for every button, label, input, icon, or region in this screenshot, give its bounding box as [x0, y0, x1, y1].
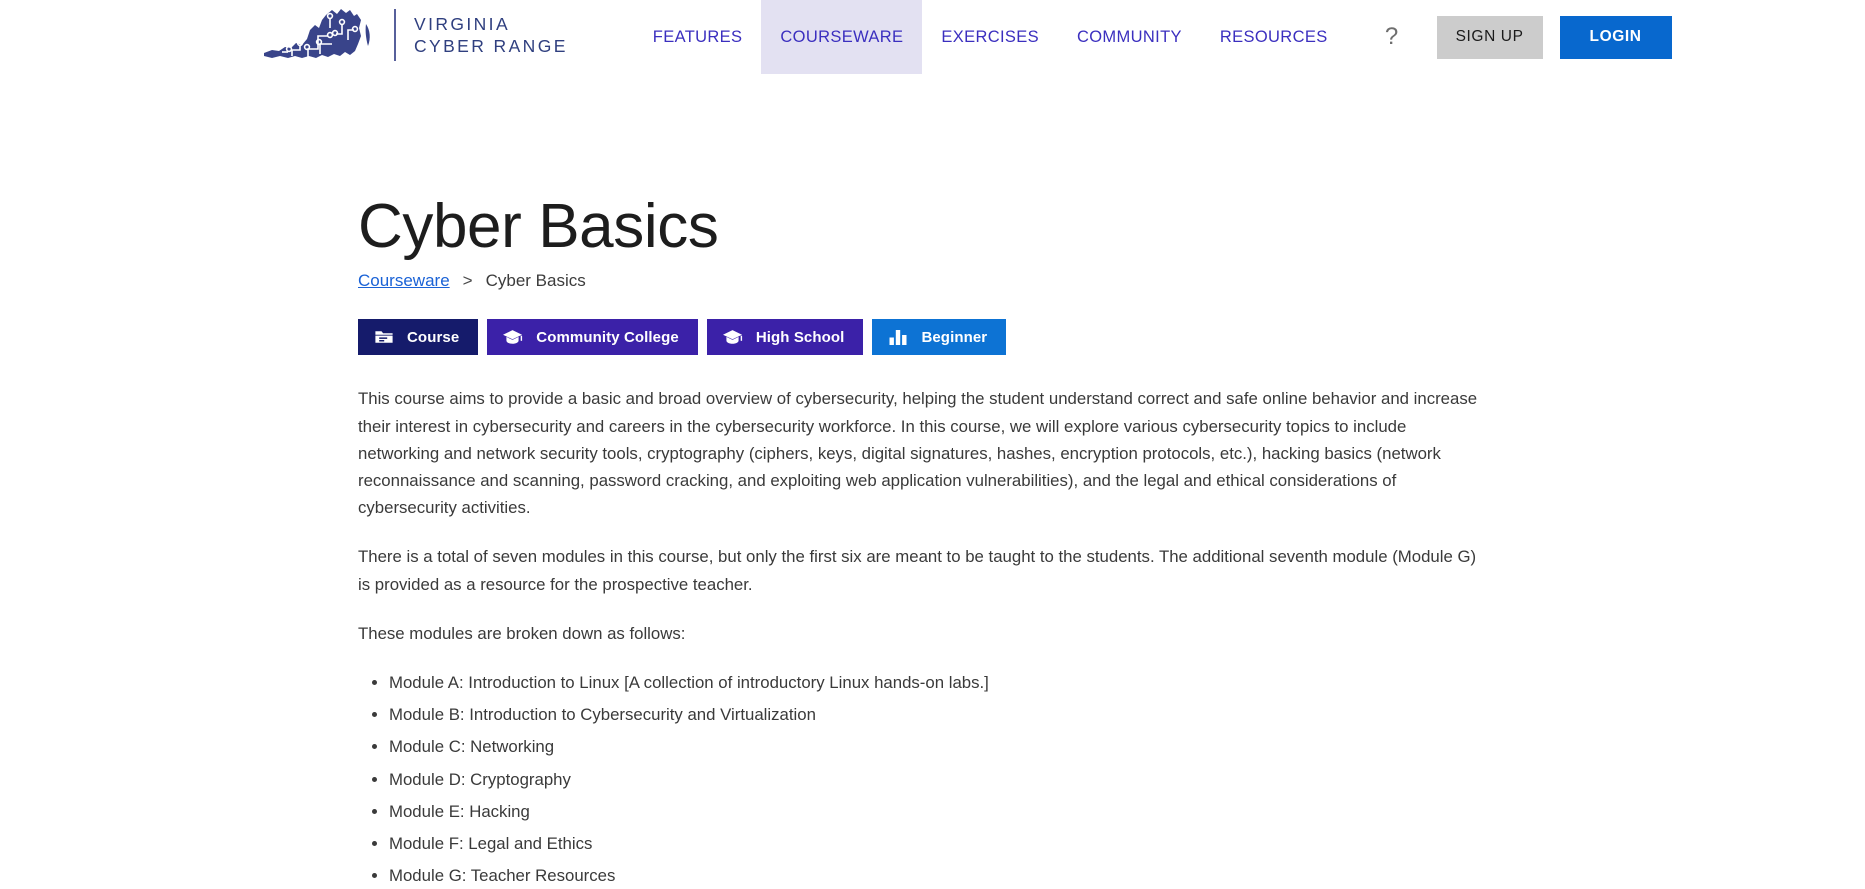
- list-item: Module G: Teacher Resources: [389, 862, 1480, 889]
- badge-label: High School: [755, 328, 845, 346]
- help-icon[interactable]: ?: [1369, 0, 1415, 74]
- logo-line-2: CYBER RANGE: [414, 36, 568, 56]
- nav-item-features[interactable]: FEATURES: [634, 0, 762, 74]
- signup-button[interactable]: SIGN UP: [1436, 15, 1543, 59]
- list-item: Module A: Introduction to Linux [A colle…: [389, 669, 1480, 696]
- nav-item-community[interactable]: COMMUNITY: [1058, 0, 1201, 74]
- badge-community-college[interactable]: Community College: [487, 319, 698, 356]
- description-paragraph-2: There is a total of seven modules in thi…: [358, 547, 1477, 594]
- logo-divider: [394, 9, 396, 61]
- nav-item-courseware[interactable]: COURSEWARE: [761, 0, 923, 74]
- badge-label: Beginner: [921, 328, 988, 346]
- breadcrumb-separator: >: [462, 271, 473, 291]
- main-navigation: FEATURES COURSEWARE EXERCISES COMMUNITY …: [634, 0, 1415, 74]
- page-title: Cyber Basics: [358, 192, 719, 261]
- course-description: This course aims to provide a basic and …: [358, 385, 1480, 889]
- description-paragraph-1: This course aims to provide a basic and …: [358, 389, 1478, 518]
- badge-row: Course Community College High School Beg…: [358, 319, 1865, 356]
- virginia-state-outline-circuit-icon: [264, 9, 370, 58]
- bar-chart-icon: [887, 327, 908, 348]
- logo-line-1: VIRGINIA: [414, 13, 511, 34]
- badge-high-school[interactable]: High School: [706, 319, 864, 356]
- module-list: Module A: Introduction to Linux [A colle…: [358, 669, 1480, 889]
- list-item: Module E: Hacking: [389, 798, 1480, 825]
- list-item: Module F: Legal and Ethics: [389, 830, 1480, 857]
- logo-wordmark: VIRGINIA CYBER RANGE: [414, 13, 568, 58]
- breadcrumb: Courseware > Cyber Basics: [358, 271, 1865, 291]
- badge-label: Course: [407, 328, 460, 346]
- folder-icon: [373, 327, 394, 348]
- badge-beginner[interactable]: Beginner: [872, 319, 1007, 356]
- badge-course[interactable]: Course: [358, 319, 479, 356]
- nav-item-resources[interactable]: RESOURCES: [1201, 0, 1347, 74]
- list-item: Module B: Introduction to Cybersecurity …: [389, 701, 1480, 728]
- list-item: Module C: Networking: [389, 733, 1480, 760]
- main-content: Cyber Basics Courseware > Cyber Basics C…: [0, 74, 1865, 889]
- breadcrumb-current: Cyber Basics: [485, 271, 586, 291]
- site-header: VIRGINIA CYBER RANGE FEATURES COURSEWARE…: [0, 0, 1865, 74]
- breadcrumb-link-courseware[interactable]: Courseware: [358, 271, 450, 291]
- graduation-cap-icon: [502, 327, 523, 348]
- header-actions: SIGN UP LOGIN: [1436, 0, 1672, 74]
- login-button[interactable]: LOGIN: [1559, 15, 1672, 59]
- badge-label: Community College: [536, 328, 679, 346]
- list-item: Module D: Cryptography: [389, 766, 1480, 793]
- description-paragraph-3: These modules are broken down as follows…: [358, 623, 686, 643]
- graduation-cap-icon: [722, 327, 743, 348]
- site-logo[interactable]: VIRGINIA CYBER RANGE: [262, 2, 568, 68]
- nav-item-exercises[interactable]: EXERCISES: [922, 0, 1058, 74]
